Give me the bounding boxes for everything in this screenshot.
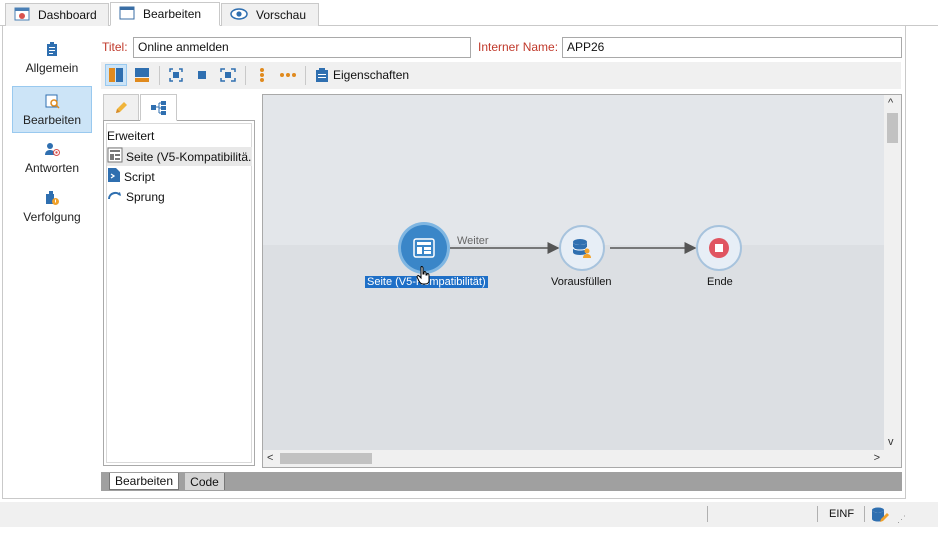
node-prefill[interactable] xyxy=(559,225,605,271)
layout-horizontal-icon xyxy=(135,68,149,82)
eye-icon xyxy=(230,7,248,24)
fit-icon xyxy=(169,68,183,82)
database-edit-icon[interactable] xyxy=(871,506,889,527)
palette-item-script[interactable]: Script xyxy=(107,167,252,186)
vertical-scroll-thumb[interactable] xyxy=(887,113,898,143)
window-icon xyxy=(119,5,135,24)
edge-label-next: Weiter xyxy=(457,235,489,247)
properties-label[interactable]: Eigenschaften xyxy=(333,68,409,82)
hand-cursor-icon xyxy=(416,265,432,288)
fit-page-button[interactable] xyxy=(165,64,187,86)
clipboard-icon xyxy=(316,68,328,82)
tab-preview-label: Vorschau xyxy=(256,8,307,22)
palette-group-advanced: Erweitert xyxy=(107,129,155,143)
square-icon xyxy=(198,71,206,79)
palette-tab-tree[interactable] xyxy=(140,94,177,121)
tab-dashboard[interactable]: Dashboard xyxy=(5,3,109,26)
nav-item-answers[interactable]: Antworten xyxy=(12,135,92,182)
insert-mode-indicator: EINF xyxy=(829,508,855,520)
tree-structure-icon xyxy=(150,100,166,115)
actual-size-button[interactable] xyxy=(191,64,213,86)
stop-icon xyxy=(709,238,729,258)
status-separator xyxy=(707,506,708,522)
bottom-tab-bar: Bearbeiten Code xyxy=(101,472,902,491)
palette-item-jump-label: Sprung xyxy=(126,189,165,204)
horizontal-dots-icon xyxy=(280,73,296,77)
scroll-down-icon[interactable]: v xyxy=(888,436,894,448)
search-document-icon xyxy=(44,93,60,109)
tab-preview[interactable]: Vorschau xyxy=(221,3,319,26)
status-separator xyxy=(864,506,865,522)
tab-edit[interactable]: Bearbeiten xyxy=(110,2,220,26)
clipboard-icon xyxy=(44,41,60,57)
palette-item-jump[interactable]: Sprung xyxy=(107,187,252,206)
vertical-distribute-button[interactable] xyxy=(251,64,273,86)
title-label: Titel: xyxy=(102,40,128,54)
top-tab-bar: Dashboard Bearbeiten Vorschau xyxy=(0,0,938,26)
internal-name-field[interactable]: APP26 xyxy=(562,37,902,58)
nav-item-edit[interactable]: Bearbeiten xyxy=(12,86,92,133)
nav-item-tracking[interactable]: Verfolgung xyxy=(12,184,92,231)
activity-palette: Erweitert Seite (V5-Kompatibilitä... Scr… xyxy=(103,120,255,466)
horizontal-scrollbar[interactable]: < > xyxy=(263,450,884,467)
zoom-fit-button[interactable] xyxy=(217,64,239,86)
vertical-scrollbar[interactable]: ^ v xyxy=(884,95,901,450)
vertical-dots-icon xyxy=(260,68,264,82)
bottom-tab-edit[interactable]: Bearbeiten xyxy=(109,473,179,490)
internal-name-label: Interner Name: xyxy=(478,40,559,54)
node-end-label: Ende xyxy=(707,276,733,288)
user-at-icon xyxy=(44,141,60,157)
layout-vertical-button[interactable] xyxy=(105,64,127,86)
dashboard-icon xyxy=(14,6,30,25)
nav-item-general[interactable]: Allgemein xyxy=(12,35,92,82)
nav-item-general-label: Allgemein xyxy=(25,61,79,75)
page-layout-icon xyxy=(413,238,435,258)
tracking-icon xyxy=(44,190,60,206)
nav-item-tracking-label: Verfolgung xyxy=(23,210,81,224)
palette-item-script-label: Script xyxy=(124,169,155,184)
properties-button[interactable] xyxy=(311,64,333,86)
node-end[interactable] xyxy=(696,225,742,271)
layout-horizontal-button[interactable] xyxy=(131,64,153,86)
status-bar: EINF ⋰ xyxy=(0,502,938,527)
node-prefill-label: Vorausfüllen xyxy=(551,276,612,288)
status-separator xyxy=(817,506,818,522)
horizontal-distribute-button[interactable] xyxy=(277,64,299,86)
toolbar-separator xyxy=(245,66,246,85)
title-field[interactable]: Online anmelden xyxy=(133,37,471,58)
nav-item-answers-label: Antworten xyxy=(24,161,80,175)
scroll-left-icon[interactable]: < xyxy=(267,452,273,464)
bottom-tab-code[interactable]: Code xyxy=(185,473,225,490)
tab-dashboard-label: Dashboard xyxy=(38,8,97,22)
pencil-icon xyxy=(116,102,127,113)
horizontal-scroll-thumb[interactable] xyxy=(280,453,372,464)
resize-grip-icon[interactable]: ⋰ xyxy=(897,514,906,525)
jump-arrow-icon xyxy=(107,188,123,205)
layout-vertical-icon xyxy=(109,68,123,82)
tab-edit-label: Bearbeiten xyxy=(143,7,202,21)
scroll-right-icon[interactable]: > xyxy=(874,452,880,464)
page-icon xyxy=(107,147,123,166)
zoom-fit-icon xyxy=(220,68,236,82)
palette-item-page-label: Seite (V5-Kompatibilitä... xyxy=(126,149,252,164)
palette-item-page[interactable]: Seite (V5-Kompatibilitä... xyxy=(107,147,252,166)
scroll-corner xyxy=(884,450,901,467)
nav-item-edit-label: Bearbeiten xyxy=(22,113,82,127)
toolbar-separator xyxy=(159,66,160,85)
scroll-up-icon[interactable]: ^ xyxy=(888,97,893,109)
palette-tab-edit[interactable] xyxy=(103,94,139,121)
editor-toolbar: Eigenschaften xyxy=(101,62,901,89)
toolbar-separator xyxy=(305,66,306,85)
script-icon xyxy=(107,167,121,186)
workflow-canvas[interactable]: Weiter Seite (V5-Kompatibilität) Vorausf… xyxy=(262,94,902,468)
database-user-icon xyxy=(572,239,591,258)
